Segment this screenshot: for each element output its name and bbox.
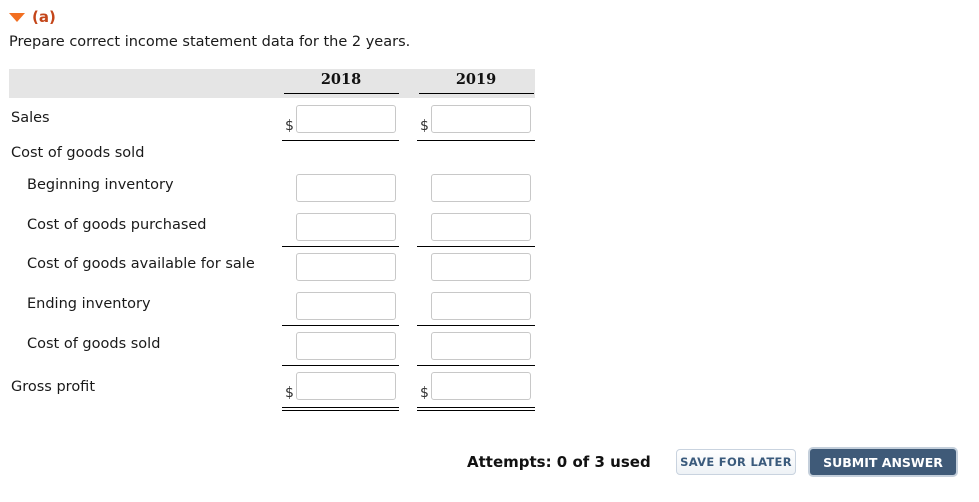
cost-of-goods-purchased-2018-input[interactable]	[296, 213, 396, 241]
attempts-counter: Attempts: 0 of 3 used	[467, 453, 651, 471]
submit-answer-button[interactable]: SUBMIT ANSWER	[808, 447, 958, 477]
instruction-text: Prepare correct income statement data fo…	[9, 34, 411, 50]
double-rule	[282, 407, 399, 411]
column-header-2018: 2018	[320, 71, 362, 88]
column-header-2019: 2019	[455, 71, 497, 88]
goods-available-2018-input[interactable]	[296, 253, 396, 281]
beginning-inventory-2018-input[interactable]	[296, 174, 396, 202]
double-rule	[417, 407, 535, 411]
save-for-later-button[interactable]: SAVE FOR LATER	[676, 449, 796, 475]
row-label-cost-of-goods-sold: Cost of goods sold	[27, 336, 161, 352]
part-header[interactable]: (a)	[9, 8, 56, 26]
ending-inventory-2018-input[interactable]	[296, 292, 396, 320]
row-label-cost-of-goods-purchased: Cost of goods purchased	[27, 217, 207, 233]
beginning-inventory-2019-input[interactable]	[431, 174, 531, 202]
header-underline-2019	[419, 93, 534, 94]
header-underline-2018	[284, 93, 399, 94]
row-label-gross-profit: Gross profit	[11, 379, 96, 395]
rule	[417, 325, 535, 326]
row-label-beginning-inventory: Beginning inventory	[27, 177, 174, 193]
row-label-cogs-heading: Cost of goods sold	[11, 145, 145, 161]
rule	[282, 325, 399, 326]
cogs-2018-input[interactable]	[296, 332, 396, 360]
goods-available-2019-input[interactable]	[431, 253, 531, 281]
rule	[282, 246, 399, 247]
part-label: (a)	[32, 8, 56, 26]
gross-profit-2019-input[interactable]	[431, 372, 531, 400]
currency-symbol: $	[420, 385, 429, 401]
rule	[417, 246, 535, 247]
currency-symbol: $	[285, 118, 294, 134]
row-label-sales: Sales	[11, 110, 50, 126]
sales-2019-input[interactable]	[431, 105, 531, 133]
sales-2018-input[interactable]	[296, 105, 396, 133]
gross-profit-2018-input[interactable]	[296, 372, 396, 400]
row-label-ending-inventory: Ending inventory	[27, 296, 151, 312]
rule	[417, 365, 535, 366]
rule	[417, 140, 535, 141]
cogs-2019-input[interactable]	[431, 332, 531, 360]
currency-symbol: $	[285, 385, 294, 401]
currency-symbol: $	[420, 118, 429, 134]
ending-inventory-2019-input[interactable]	[431, 292, 531, 320]
triangle-down-icon[interactable]	[9, 12, 25, 22]
row-label-goods-available-for-sale: Cost of goods available for sale	[27, 256, 255, 272]
rule	[282, 365, 399, 366]
cost-of-goods-purchased-2019-input[interactable]	[431, 213, 531, 241]
rule	[282, 140, 399, 141]
